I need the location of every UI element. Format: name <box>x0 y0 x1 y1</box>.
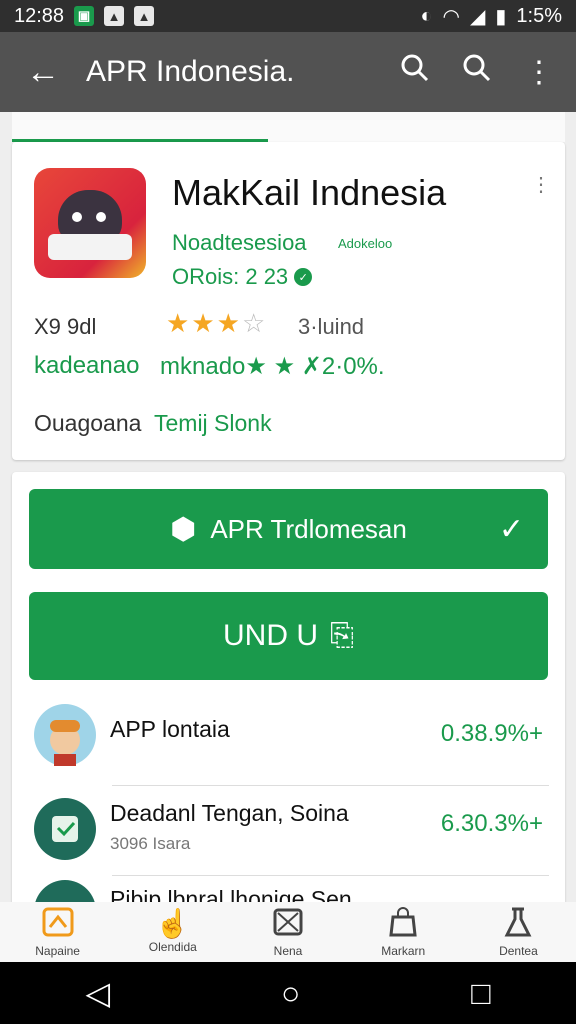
status-time: 12:88 <box>14 4 65 27</box>
list-item-value: 0.38.9%+ <box>440 720 543 747</box>
status-bar: 12:88 ▣ ▲ ▲ ◐ ◠ ◢ ▮ 1:5% <box>0 0 576 32</box>
home-circle-icon[interactable]: ○ <box>281 975 300 1012</box>
app-info-card: MakKail Indnesia ⋮ Noadtesesioa Adokeloo… <box>12 142 565 460</box>
star-icon: ★ <box>216 308 242 338</box>
list-item-value: 6.30.3%+ <box>440 810 543 837</box>
star-icon: ★ <box>166 308 192 338</box>
nav-item-napaine[interactable]: Napaine <box>0 902 115 962</box>
list-item-title: Deadanl Tengan, Soina <box>110 800 349 826</box>
list-item-subtitle: 3096 Isara <box>110 834 191 853</box>
nav-item-nena[interactable]: Nena <box>230 902 345 962</box>
nav-label: Markarn <box>381 943 426 958</box>
rating-count: 3·luind <box>298 314 365 339</box>
meta-row-label: kadeanao <box>34 352 140 379</box>
download-label: UND U <box>223 619 318 652</box>
app-name: MakKail Indnesia <box>172 172 447 213</box>
back-triangle-icon[interactable]: ◁ <box>85 974 110 1012</box>
actions-card: ⬢ APR Trdlomesan ✓ UND U ⎘ APP lontaia 0… <box>12 472 565 912</box>
category-link[interactable]: Temij Slonk <box>154 410 272 437</box>
nav-item-olendida[interactable]: ☝ Olendida <box>115 902 230 962</box>
nav-item-dentea[interactable]: Dentea <box>461 902 576 962</box>
nav-item-markarn[interactable]: Markarn <box>346 902 461 962</box>
search-icon[interactable] <box>462 53 492 91</box>
inbox-icon <box>272 907 304 942</box>
verified-icon: ✓ <box>294 268 313 286</box>
avatar <box>34 798 96 860</box>
app-green-icon: ▣ <box>74 6 95 26</box>
flask-icon <box>502 907 534 942</box>
chart-icon <box>42 907 74 942</box>
system-nav-bar: ◁ ○ □ <box>0 962 576 1024</box>
list-item[interactable]: Deadanl Tengan, Soina 3096 Isara 6.30.3%… <box>12 784 565 876</box>
download-button[interactable]: UND U ⎘ <box>29 592 548 680</box>
arrow-left-icon[interactable]: ← <box>0 53 86 92</box>
nav-label: Napaine <box>35 943 80 958</box>
download-icon: ⎘ <box>330 619 354 652</box>
bag-icon <box>387 906 419 942</box>
search-icon[interactable] <box>400 53 430 91</box>
list-item[interactable]: APP lontaia 0.38.9%+ <box>12 694 565 786</box>
meta-label: X9 9dl <box>34 314 97 339</box>
primary-action-button[interactable]: ⬢ APR Trdlomesan ✓ <box>29 489 548 569</box>
version-info: ORois: 2 23 ✓ <box>172 264 313 290</box>
rating-stars: ★★★☆ <box>166 308 267 339</box>
meta-row-value: mknado★ ★ ✗2·0%. <box>160 353 385 380</box>
puzzle-icon: ⬢ <box>170 512 197 546</box>
nav-label: Olendida <box>148 940 197 954</box>
image-icon: ▲ <box>104 6 125 26</box>
check-icon: ✓ <box>498 512 524 546</box>
developer-link[interactable]: Noadtesesioa <box>172 230 307 256</box>
wifi-icon: ◠ <box>442 5 460 28</box>
lock-icon: ▲ <box>134 6 155 26</box>
more-vert-icon[interactable]: ⋮ <box>524 55 554 90</box>
app-bar: ← APR Indonesia. ⋮ <box>0 32 576 112</box>
avatar <box>34 704 96 766</box>
nav-label: Nena <box>273 943 303 958</box>
version-text: ORois: 2 23 <box>172 264 289 289</box>
battery-icon: ▮ <box>495 5 507 28</box>
developer-sub: Adokeloo <box>338 236 393 251</box>
more-vert-icon[interactable]: ⋮ <box>531 172 551 197</box>
battery-level: 1:5% <box>516 4 562 27</box>
alarm-icon: ◐ <box>420 4 433 27</box>
star-empty-icon: ☆ <box>241 308 268 338</box>
signal-icon: ◢ <box>470 5 486 28</box>
list-item-title: APP lontaia <box>110 716 230 742</box>
page-title: APR Indonesia. <box>86 55 295 88</box>
nav-label: Dentea <box>499 943 538 958</box>
bottom-nav: Napaine ☝ Olendida Nena Markarn Dentea <box>0 902 576 962</box>
recents-square-icon[interactable]: □ <box>471 975 490 1012</box>
primary-action-label: APR Trdlomesan <box>210 513 407 544</box>
category-label: Ouagoana <box>34 410 142 436</box>
hand-icon: ☝ <box>155 908 191 939</box>
app-logo-icon <box>34 168 146 278</box>
star-icon: ★ <box>191 308 217 338</box>
tab-strip <box>12 112 565 142</box>
